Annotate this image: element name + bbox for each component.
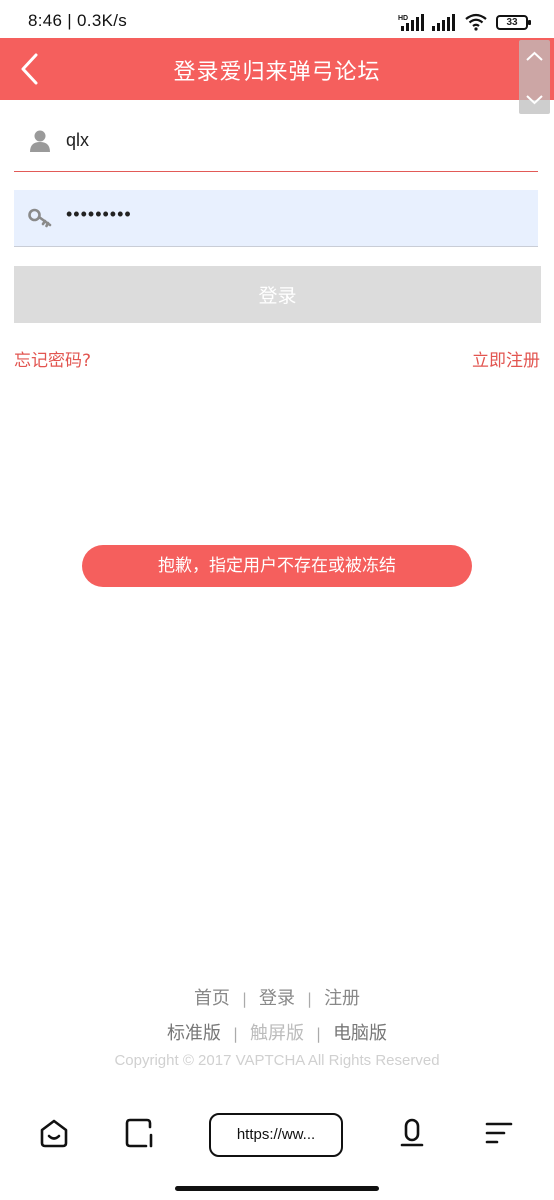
footer-link-standard[interactable]: 标准版 [167,1019,221,1045]
footer-link-touch: 触屏版 [250,1023,304,1044]
key-icon [28,208,52,228]
signal-hd-icon: HD [398,14,424,31]
footer-link-register[interactable]: 注册 [324,984,360,1010]
chevron-up-icon[interactable] [519,42,550,72]
wifi-icon [465,13,487,31]
app-header: 登录爱归来弹弓论坛 [0,38,554,100]
footer-link-login[interactable]: 登录 [259,984,295,1010]
battery-icon: 33 [496,14,531,30]
login-button[interactable]: 登录 [14,266,541,323]
username-field[interactable]: qlx [14,116,538,172]
page-title: 登录爱归来弹弓论坛 [173,60,381,85]
network-badge: HD [398,15,408,22]
menu-icon[interactable] [484,1117,516,1149]
forgot-password-link[interactable]: 忘记密码? [14,346,91,371]
footer-versions: 标准版 | 触屏版 | 电脑版 [0,1019,554,1045]
password-field[interactable]: ••••••••• [14,190,538,247]
username-value: qlx [66,130,90,150]
footer-separator: | [316,1025,322,1043]
footer-nav: 首页 | 登录 | 注册 [0,984,554,1010]
password-value: ••••••••• [66,204,132,224]
signal-icon [432,14,455,31]
scroll-widget[interactable] [519,40,550,114]
footer-separator: | [232,1025,238,1043]
footer-link-desktop[interactable]: 电脑版 [333,1019,387,1045]
browser-toolbar: https://ww... [0,1100,554,1170]
footer-separator: | [307,990,313,1008]
status-time-speed: 8:46 | 0.3K/s [28,11,128,30]
status-bar: 8:46 | 0.3K/s HD 33 [0,0,554,38]
status-icons: HD 33 [398,12,531,32]
footer-link-home[interactable]: 首页 [194,984,230,1010]
home-icon[interactable] [38,1117,70,1149]
copyright: Copyright © 2017 VAPTCHA All Rights Rese… [114,1052,440,1069]
chevron-down-icon[interactable] [519,84,550,114]
register-link[interactable]: 立即注册 [472,346,540,371]
microphone-icon[interactable] [396,1117,428,1149]
home-indicator[interactable] [175,1186,379,1191]
tabs-icon[interactable] [124,1117,156,1149]
url-bar[interactable]: https://ww... [209,1113,343,1157]
error-toast: 抱歉，指定用户不存在或被冻结 [82,545,472,587]
user-icon [30,130,50,152]
footer-separator: | [241,990,247,1008]
